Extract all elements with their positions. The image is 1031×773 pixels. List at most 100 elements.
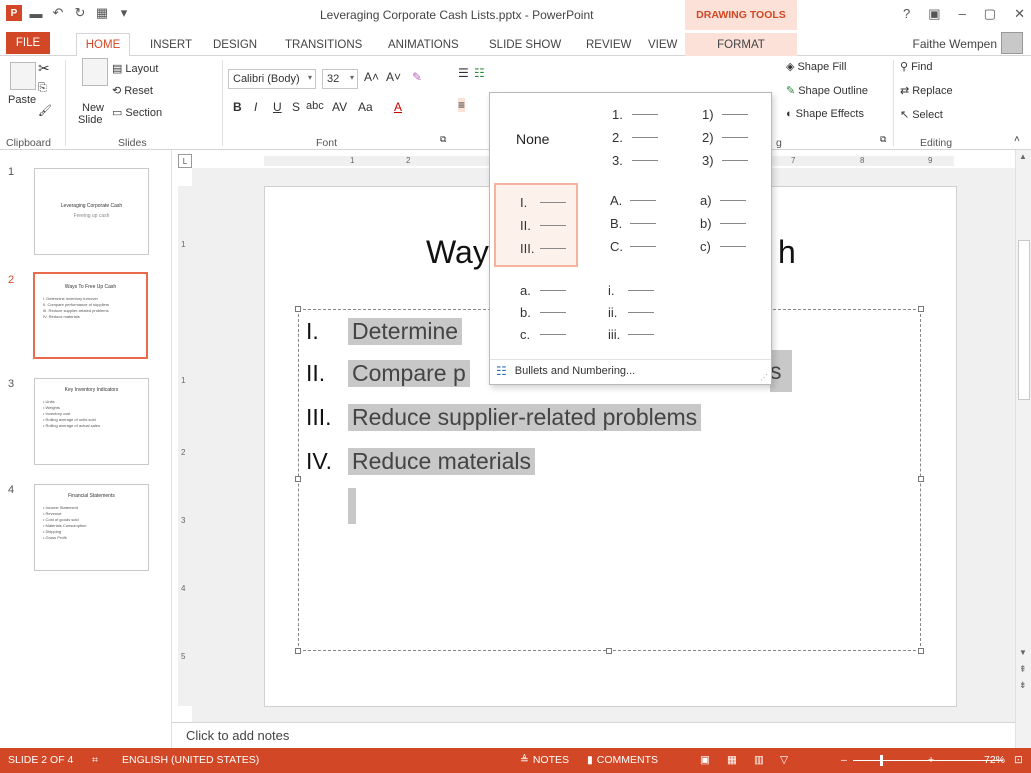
tab-review[interactable]: REVIEW bbox=[578, 33, 639, 56]
slide-thumbnail-3[interactable]: Key Inventory Indicators • Units • Weigh… bbox=[34, 378, 149, 465]
format-painter-icon[interactable]: 🖌 bbox=[38, 104, 52, 117]
slide-thumbnail-1[interactable]: Leveraging Corporate Cash Freeing up cas… bbox=[34, 168, 149, 255]
vertical-scrollbar[interactable]: ▲ ▼ ⇞ ⇟ bbox=[1015, 150, 1031, 748]
slide-indicator[interactable]: SLIDE 2 OF 4 bbox=[8, 754, 73, 766]
layout-button[interactable]: ▤ Layout bbox=[112, 62, 158, 76]
section-button[interactable]: ▭ Section bbox=[112, 106, 162, 120]
slide-thumbnail-2[interactable]: Ways To Free Up Cash I. Determine invent… bbox=[33, 272, 148, 359]
character-spacing-icon[interactable]: AV bbox=[332, 100, 347, 114]
slide-title-start[interactable]: Way bbox=[426, 234, 489, 271]
text-shadow-icon[interactable]: S bbox=[292, 100, 300, 114]
fit-to-window-icon[interactable]: ⊡ bbox=[1014, 754, 1023, 766]
numbering-option-numeric-paren[interactable]: 1) 2) 3) bbox=[680, 97, 764, 181]
clear-formatting-icon[interactable]: ✎ bbox=[412, 70, 422, 84]
shape-fill-button[interactable]: ◈ Shape Fill bbox=[786, 60, 846, 74]
font-size-select[interactable]: 32 ▾ bbox=[322, 69, 358, 89]
restore-icon[interactable]: ▢ bbox=[984, 6, 996, 22]
underline-icon[interactable]: U bbox=[273, 100, 282, 114]
drawing-dialog-launcher-icon[interactable]: ⧉ bbox=[880, 134, 886, 145]
italic-icon[interactable]: I bbox=[254, 100, 257, 114]
strikethrough-icon[interactable]: abc bbox=[306, 100, 324, 112]
start-slideshow-icon[interactable]: ▦ bbox=[94, 5, 110, 21]
spell-check-icon[interactable]: ⌗ bbox=[92, 754, 98, 767]
list-item[interactable]: IV. Reduce materials bbox=[306, 448, 535, 475]
minimize-icon[interactable]: – bbox=[959, 6, 966, 22]
new-slide-label[interactable]: New bbox=[82, 102, 104, 114]
slide-title-end[interactable]: h bbox=[778, 234, 796, 271]
resize-handle-tr[interactable] bbox=[918, 306, 924, 312]
previous-slide-icon[interactable]: ⇞ bbox=[1019, 664, 1027, 675]
numbering-option-alpha-lower-period[interactable]: a. b. c. bbox=[494, 271, 578, 355]
notes-button[interactable]: ≜ NOTES bbox=[520, 754, 569, 766]
comments-button[interactable]: ▮ COMMENTS bbox=[587, 754, 658, 766]
resize-handle-bl[interactable] bbox=[295, 648, 301, 654]
grow-font-icon[interactable]: A˄ bbox=[364, 70, 379, 84]
tab-view[interactable]: VIEW bbox=[640, 33, 685, 56]
scroll-up-icon[interactable]: ▲ bbox=[1019, 152, 1027, 161]
find-button[interactable]: ⚲ Find bbox=[900, 60, 932, 74]
replace-button[interactable]: ⇄ Replace bbox=[900, 84, 953, 98]
normal-view-icon[interactable]: ▣ bbox=[700, 754, 710, 766]
resize-handle-br[interactable] bbox=[918, 648, 924, 654]
user-avatar[interactable] bbox=[1001, 32, 1023, 54]
slide-show-icon[interactable]: ▽ bbox=[780, 754, 788, 766]
list-item[interactable]: II. Compare p bbox=[306, 360, 470, 387]
font-color-icon[interactable]: A bbox=[394, 100, 402, 114]
zoom-in-icon[interactable]: + bbox=[928, 754, 934, 766]
resize-grip-icon[interactable]: ⋰ bbox=[760, 373, 768, 382]
user-name[interactable]: Faithe Wempen bbox=[913, 37, 998, 51]
next-slide-icon[interactable]: ⇟ bbox=[1019, 680, 1027, 691]
language-indicator[interactable]: ENGLISH (UNITED STATES) bbox=[122, 754, 259, 766]
tab-format[interactable]: FORMAT bbox=[685, 33, 797, 56]
numbering-option-numeric-period[interactable]: 1. 2. 3. bbox=[586, 97, 670, 181]
paste-button[interactable]: Paste bbox=[8, 94, 36, 106]
numbering-option-roman-lower[interactable]: i. ii. iii. bbox=[586, 271, 670, 355]
align-left-icon[interactable]: ≡ bbox=[458, 98, 466, 112]
resize-handle-tl[interactable] bbox=[295, 306, 301, 312]
notes-pane[interactable]: Click to add notes bbox=[172, 722, 1015, 748]
shrink-font-icon[interactable]: A˅ bbox=[386, 70, 401, 84]
undo-icon[interactable]: ↶ bbox=[50, 5, 66, 21]
close-icon[interactable]: ✕ bbox=[1014, 6, 1025, 22]
tab-insert[interactable]: INSERT bbox=[142, 33, 200, 56]
font-dialog-launcher-icon[interactable]: ⧉ bbox=[440, 134, 446, 145]
resize-handle-ml[interactable] bbox=[295, 476, 301, 482]
copy-icon[interactable]: ⎘ bbox=[38, 82, 47, 95]
slide-thumbnail-4[interactable]: Financial Statements • Income Statement … bbox=[34, 484, 149, 571]
list-item[interactable]: III. Reduce supplier-related problems bbox=[306, 404, 702, 431]
tab-file[interactable]: FILE bbox=[6, 32, 50, 54]
zoom-out-icon[interactable]: – bbox=[841, 754, 847, 766]
scrollbar-thumb[interactable] bbox=[1018, 240, 1030, 400]
resize-handle-mr[interactable] bbox=[918, 476, 924, 482]
help-icon[interactable]: ? bbox=[903, 6, 910, 22]
bullets-and-numbering-menu-item[interactable]: ☷ Bullets and Numbering... bbox=[496, 364, 635, 378]
tab-transitions[interactable]: TRANSITIONS bbox=[277, 33, 370, 56]
tab-home[interactable]: HOME bbox=[76, 33, 130, 57]
change-case-icon[interactable]: Aa bbox=[358, 100, 373, 114]
numbering-option-alpha-lower-paren[interactable]: a) b) c) bbox=[680, 183, 764, 267]
list-item[interactable]: I. Determine bbox=[306, 318, 463, 345]
numbering-option-alpha-upper[interactable]: A. B. C. bbox=[586, 183, 670, 267]
resize-handle-bm[interactable] bbox=[606, 648, 612, 654]
bold-icon[interactable]: B bbox=[233, 100, 242, 114]
shape-outline-button[interactable]: ✎ Shape Outline bbox=[786, 84, 868, 98]
zoom-level[interactable]: 72% bbox=[984, 754, 1005, 766]
cut-icon[interactable]: ✂ bbox=[38, 60, 50, 77]
tab-animations[interactable]: ANIMATIONS bbox=[380, 33, 467, 56]
tab-slide-show[interactable]: SLIDE SHOW bbox=[481, 33, 569, 56]
shape-effects-button[interactable]: ◐ Shape Effects bbox=[786, 108, 864, 120]
numbering-option-roman-upper[interactable]: I. II. III. bbox=[494, 183, 578, 267]
reading-view-icon[interactable]: ▥ bbox=[754, 754, 764, 766]
reset-button[interactable]: ⟲ Reset bbox=[112, 84, 153, 98]
scroll-down-icon[interactable]: ▼ bbox=[1019, 648, 1027, 657]
ribbon-display-options-icon[interactable]: ▣ bbox=[928, 6, 940, 22]
bullets-icon[interactable]: ☰ bbox=[458, 66, 469, 80]
slide-sorter-icon[interactable]: ▦ bbox=[727, 754, 737, 766]
collapse-ribbon-icon[interactable]: ˄ bbox=[1014, 134, 1020, 145]
numbering-icon[interactable]: ☷ bbox=[474, 66, 485, 80]
new-slide-label-2[interactable]: Slide bbox=[78, 114, 102, 126]
tab-selector-icon[interactable]: L bbox=[178, 154, 192, 168]
zoom-slider-thumb[interactable] bbox=[880, 755, 883, 766]
customize-qat-icon[interactable]: ▾ bbox=[116, 5, 132, 21]
new-slide-icon[interactable] bbox=[82, 58, 108, 86]
